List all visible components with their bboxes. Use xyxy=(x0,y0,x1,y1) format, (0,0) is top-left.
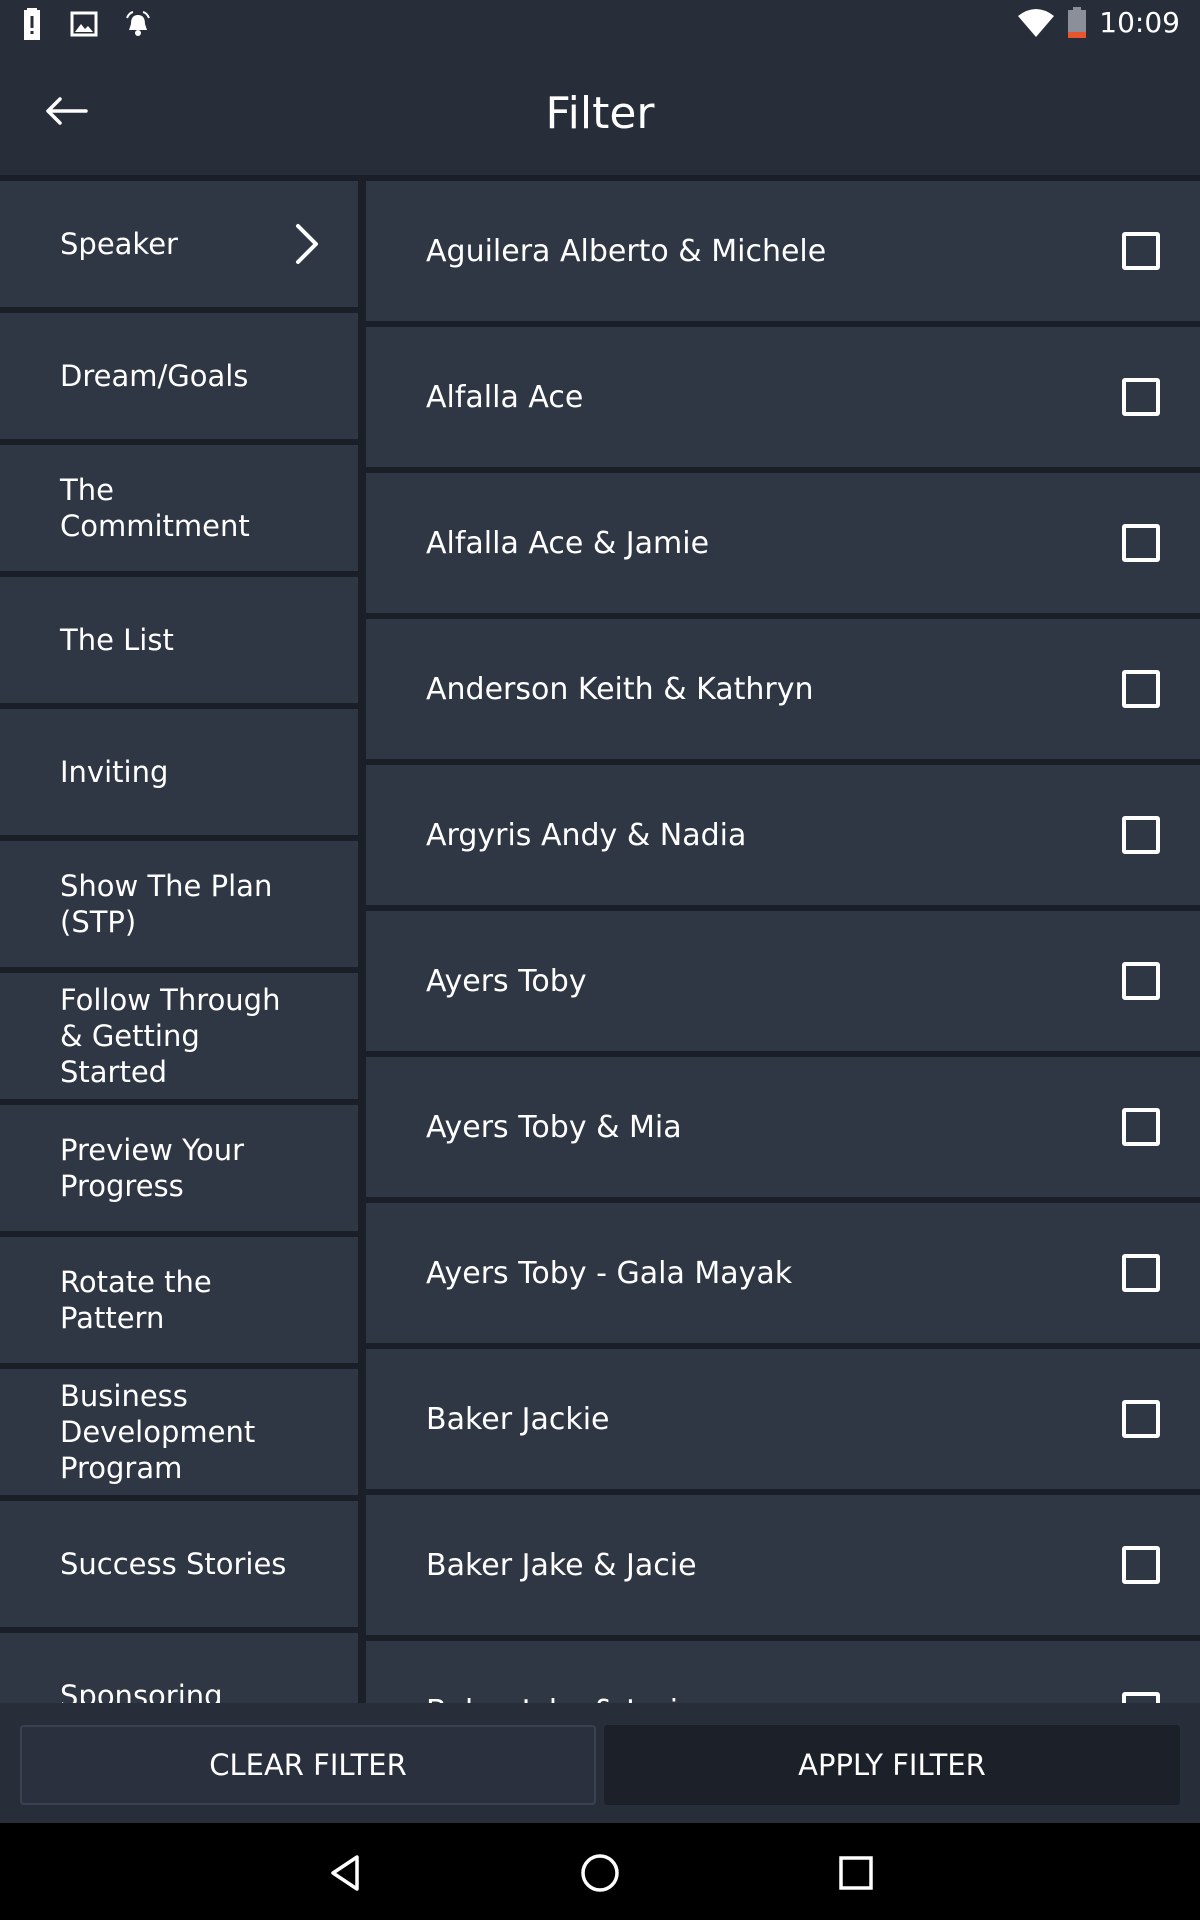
apply-filter-button[interactable]: APPLY FILTER xyxy=(604,1725,1180,1805)
category-label: Success Stories xyxy=(60,1547,287,1581)
status-time: 10:09 xyxy=(1099,6,1180,39)
category-label: The List xyxy=(60,623,174,657)
category-label: Sponsoring xyxy=(60,1679,223,1703)
speaker-row[interactable]: Alfalla Ace xyxy=(366,327,1200,467)
category-label: Follow Through & Getting Started xyxy=(60,983,281,1089)
category-item[interactable]: Dream/Goals xyxy=(0,313,358,439)
status-left-icons xyxy=(20,8,152,40)
speaker-row[interactable]: Baker Jake & Jacie xyxy=(366,1641,1200,1703)
speaker-checkbox[interactable] xyxy=(1122,1254,1160,1292)
speaker-name: Alfalla Ace xyxy=(426,379,584,415)
category-item[interactable]: Rotate the Pattern xyxy=(0,1237,358,1363)
alarm-icon xyxy=(126,11,150,36)
battery-low-icon xyxy=(1068,6,1087,38)
home-circle-icon xyxy=(581,1854,619,1892)
category-list[interactable]: Speaker Dream/Goals The Commitment The List I… xyxy=(0,181,358,1703)
speaker-name: Alfalla Ace & Jamie xyxy=(426,525,710,561)
category-label: Dream/Goals xyxy=(60,359,249,393)
speaker-row[interactable]: Baker Jake & Jacie xyxy=(366,1495,1200,1635)
wifi-icon xyxy=(1018,8,1055,37)
speaker-checkbox[interactable] xyxy=(1122,962,1160,1000)
category-item[interactable]: The Commitment xyxy=(0,445,358,571)
category-item[interactable]: Success Stories xyxy=(0,1501,358,1627)
speaker-checkbox[interactable] xyxy=(1122,1692,1160,1703)
speaker-checkbox[interactable] xyxy=(1122,378,1160,416)
category-label: Inviting xyxy=(60,755,169,789)
system-nav-bar xyxy=(0,1823,1200,1920)
category-item[interactable]: Follow Through & Getting Started xyxy=(0,973,358,1099)
category-label: The Commitment xyxy=(60,473,250,543)
category-label: Preview Your Progress xyxy=(60,1133,245,1203)
speaker-row[interactable]: Aguilera Alberto & Michele xyxy=(366,181,1200,321)
nav-back-button[interactable] xyxy=(315,1843,375,1903)
chevron-right-icon xyxy=(296,224,318,264)
speaker-name: Ayers Toby & Mia xyxy=(426,1109,682,1145)
speaker-row[interactable]: Anderson Keith & Kathryn xyxy=(366,619,1200,759)
category-label: Speaker xyxy=(60,227,178,261)
speaker-name: Baker Jackie xyxy=(426,1401,610,1437)
filter-content: Speaker Dream/Goals The Commitment The List I… xyxy=(0,181,1200,1703)
speaker-name: Baker Jake & Jacie xyxy=(426,1641,697,1704)
speaker-name: Ayers Toby - Gala Mayak xyxy=(426,1255,793,1291)
category-item[interactable]: Business Development Program xyxy=(0,1369,358,1495)
speaker-name: Aguilera Alberto & Michele xyxy=(426,233,827,269)
status-right-icons: 10:09 xyxy=(1017,6,1180,39)
speaker-row[interactable]: Ayers Toby xyxy=(366,911,1200,1051)
speaker-name: Ayers Toby xyxy=(426,963,587,999)
category-item[interactable]: Sponsoring xyxy=(0,1633,358,1703)
category-label: Business Development Program xyxy=(60,1379,256,1485)
recents-square-icon xyxy=(839,1856,873,1890)
speaker-name: Baker Jake & Jacie xyxy=(426,1547,697,1583)
speaker-checkbox[interactable] xyxy=(1122,1546,1160,1584)
nav-home-button[interactable] xyxy=(570,1843,630,1903)
speaker-checkbox[interactable] xyxy=(1122,1108,1160,1146)
speaker-row[interactable]: Argyris Andy & Nadia xyxy=(366,765,1200,905)
speaker-checkbox[interactable] xyxy=(1122,524,1160,562)
image-icon xyxy=(70,11,98,37)
speaker-row[interactable]: Ayers Toby - Gala Mayak xyxy=(366,1203,1200,1343)
category-item[interactable]: Preview Your Progress xyxy=(0,1105,358,1231)
category-item[interactable]: Speaker xyxy=(0,181,358,307)
speaker-row[interactable]: Ayers Toby & Mia xyxy=(366,1057,1200,1197)
speaker-checkbox[interactable] xyxy=(1122,670,1160,708)
category-item[interactable]: Show The Plan (STP) xyxy=(0,841,358,967)
speaker-name: Argyris Andy & Nadia xyxy=(426,817,747,853)
bottom-action-bar: CLEAR FILTER APPLY FILTER xyxy=(0,1703,1200,1823)
category-item[interactable]: Inviting xyxy=(0,709,358,835)
category-label: Show The Plan (STP) xyxy=(60,869,273,939)
app-bar: Filter xyxy=(0,48,1200,178)
category-item[interactable]: The List xyxy=(0,577,358,703)
speaker-name: Anderson Keith & Kathryn xyxy=(426,671,814,707)
category-label: Rotate the Pattern xyxy=(60,1265,212,1335)
alert-icon xyxy=(24,8,40,40)
status-bar: 10:09 xyxy=(0,0,1200,48)
speaker-row[interactable]: Alfalla Ace & Jamie xyxy=(366,473,1200,613)
speaker-checkbox[interactable] xyxy=(1122,232,1160,270)
page-title: Filter xyxy=(545,88,655,139)
back-triangle-icon xyxy=(331,1855,359,1891)
nav-recents-button[interactable] xyxy=(826,1843,886,1903)
speaker-row[interactable]: Baker Jackie xyxy=(366,1349,1200,1489)
speaker-list[interactable]: Aguilera Alberto & Michele Alfalla Ace Alf… xyxy=(366,181,1200,1703)
speaker-checkbox[interactable] xyxy=(1122,1400,1160,1438)
speaker-checkbox[interactable] xyxy=(1122,816,1160,854)
clear-filter-button[interactable]: CLEAR FILTER xyxy=(20,1725,596,1805)
